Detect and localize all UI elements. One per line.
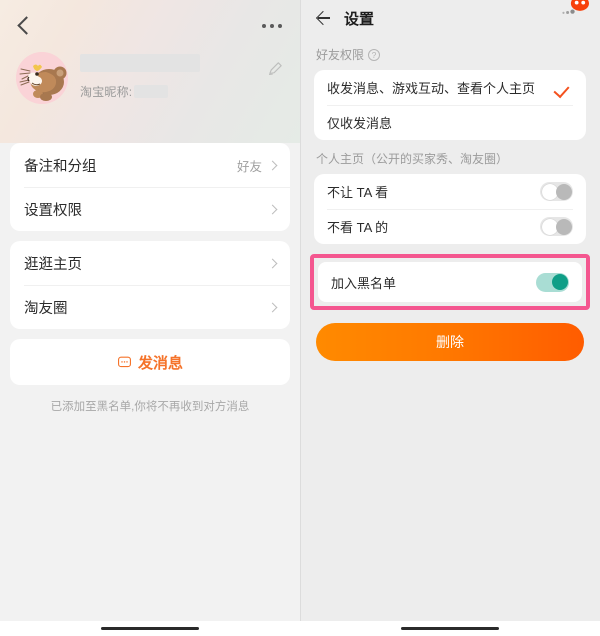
- home-bar: [101, 627, 199, 630]
- profile-hero-header: 淘宝昵称:: [0, 0, 300, 143]
- row-set-permissions[interactable]: 设置权限: [10, 187, 290, 231]
- chevron-right-icon: [267, 160, 278, 170]
- send-message-button[interactable]: 发消息: [10, 339, 290, 385]
- home-indicator-left: [0, 621, 300, 636]
- section-label-text: 个人主页（公开的买家秀、淘友圈）: [316, 152, 509, 166]
- nickname-label: 淘宝昵称:: [80, 85, 133, 99]
- friend-permission-card-wrap: 收发消息、游戏互动、查看个人主页 仅收发消息: [300, 70, 600, 140]
- redacted-username: [80, 54, 200, 72]
- profile-name-block: 淘宝昵称:: [80, 52, 284, 100]
- right-settings-screen: 设置 好友权限 ? 收发消息、游戏互动、查看个人主页 仅收发消息 个人主页（公开…: [300, 0, 600, 636]
- more-dots-icon[interactable]: [262, 24, 282, 28]
- option-label: 仅收发消息: [327, 116, 393, 131]
- nickname-line: 淘宝昵称:: [80, 83, 284, 100]
- send-message-label: 发消息: [137, 354, 183, 372]
- toggle-knob: [541, 218, 558, 235]
- personal-page-toggles: 不让 TA 看 不看 TA 的: [314, 174, 586, 244]
- row-guangguang-homepage[interactable]: 逛逛主页: [10, 241, 290, 285]
- option-full-permission[interactable]: 收发消息、游戏互动、查看个人主页: [314, 70, 586, 105]
- chat-bubble-icon: [117, 356, 131, 367]
- back-arrow-icon[interactable]: [314, 9, 332, 27]
- panel-divider: [300, 0, 301, 621]
- blacklist-highlight-box: 加入黑名单: [310, 254, 590, 310]
- toggle-knob: [551, 274, 568, 290]
- profile-list-group-1: 备注和分组 好友 设置权限: [10, 143, 290, 231]
- toggle-label: 不看 TA 的: [327, 220, 389, 235]
- section-label-text: 好友权限: [316, 48, 365, 62]
- dual-screenshot-container: 淘宝昵称: 备注和分组 好友 设置权限 逛逛主页 淘友圈 发消息 已添加至黑名单…: [0, 0, 600, 636]
- row-taoyouquan[interactable]: 淘友圈: [10, 285, 290, 329]
- row-label: 淘友圈: [24, 300, 68, 317]
- friend-permission-options: 收发消息、游戏互动、查看个人主页 仅收发消息: [314, 70, 586, 140]
- profile-settings-lists: 备注和分组 好友 设置权限 逛逛主页 淘友圈 发消息 已添加至黑名单,你将不再收…: [0, 143, 300, 414]
- row-hide-ta-content[interactable]: 不看 TA 的: [314, 209, 586, 244]
- back-chevron-icon[interactable]: [14, 15, 36, 37]
- toggle-hide-from-ta[interactable]: [540, 182, 573, 201]
- blacklist-note-text: 已添加至黑名单,你将不再收到对方消息: [50, 401, 250, 413]
- avatar-illustration: [16, 52, 68, 104]
- row-hide-from-ta[interactable]: 不让 TA 看: [314, 174, 586, 209]
- profile-list-group-2: 逛逛主页 淘友圈: [10, 241, 290, 329]
- taobao-chat-icon[interactable]: [558, 0, 592, 24]
- chevron-right-icon: [267, 302, 278, 312]
- row-label: 备注和分组: [24, 158, 97, 175]
- delete-button[interactable]: 删除: [316, 323, 584, 361]
- home-indicator-right: [300, 621, 600, 636]
- row-remark-and-group[interactable]: 备注和分组 好友: [10, 143, 290, 187]
- chevron-right-icon: [267, 258, 278, 268]
- jerry-mouse-avatar[interactable]: [16, 52, 68, 104]
- home-bar: [401, 627, 499, 630]
- personal-page-card-wrap: 不让 TA 看 不看 TA 的: [300, 174, 600, 244]
- redacted-nickname: [134, 85, 169, 98]
- friend-permission-section-label: 好友权限 ?: [300, 36, 600, 70]
- settings-topbar: 设置: [300, 0, 600, 36]
- row-label: 设置权限: [24, 202, 82, 219]
- page-title: 设置: [344, 10, 375, 28]
- toggle-knob: [541, 183, 558, 200]
- toggle-hide-ta-content[interactable]: [540, 217, 573, 236]
- option-messages-only[interactable]: 仅收发消息: [314, 105, 586, 140]
- row-label: 逛逛主页: [24, 256, 82, 273]
- checkmark-icon: [555, 82, 573, 94]
- profile-topbar: [0, 0, 300, 52]
- row-value: 好友: [236, 159, 262, 174]
- option-label: 收发消息、游戏互动、查看个人主页: [327, 81, 536, 96]
- question-mark-icon[interactable]: ?: [368, 48, 381, 61]
- blacklist-label: 加入黑名单: [331, 275, 397, 291]
- profile-info-row: 淘宝昵称:: [0, 52, 300, 104]
- personal-page-section-label: 个人主页（公开的买家秀、淘友圈）: [300, 140, 600, 174]
- chevron-right-icon: [267, 204, 278, 214]
- toggle-add-to-blacklist[interactable]: [536, 272, 569, 292]
- blacklist-card: 加入黑名单: [318, 262, 582, 302]
- left-profile-screen: 淘宝昵称: 备注和分组 好友 设置权限 逛逛主页 淘友圈 发消息 已添加至黑名单…: [0, 0, 300, 636]
- toggle-label: 不让 TA 看: [327, 185, 389, 200]
- pencil-edit-icon[interactable]: [267, 60, 284, 77]
- row-add-to-blacklist[interactable]: 加入黑名单: [318, 262, 582, 302]
